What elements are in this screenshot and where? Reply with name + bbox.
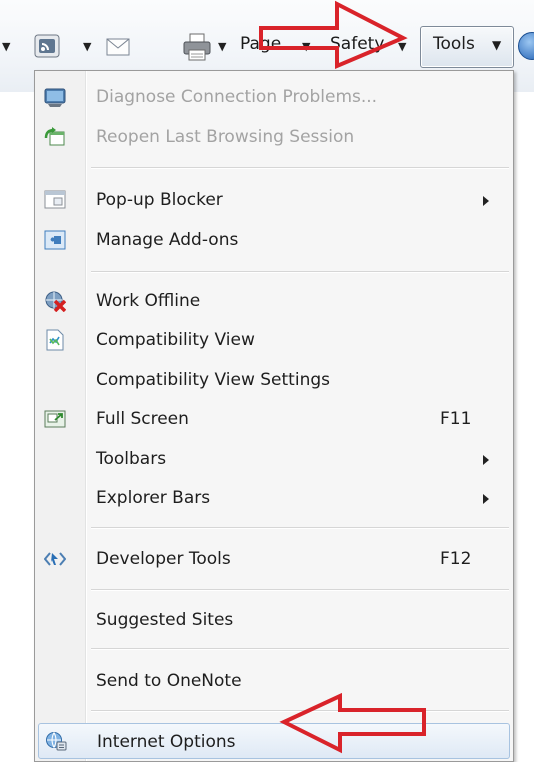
menu-item-popup-blocker[interactable]: Pop-up Blocker xyxy=(35,186,513,216)
menu-item-compatibility-view[interactable]: Compatibility View xyxy=(35,326,513,356)
feeds-chevron-down-icon[interactable]: ▼ xyxy=(83,40,91,53)
menu-item-reopen-last-session[interactable]: Reopen Last Browsing Session xyxy=(35,123,513,153)
tools-menu-button[interactable]: Tools ▼ xyxy=(420,26,514,68)
tools-button-label: Tools xyxy=(433,34,475,54)
menu-separator xyxy=(91,648,509,650)
menu-item-label: Diagnose Connection Problems... xyxy=(96,87,378,107)
shortcut-f12: F12 xyxy=(440,549,472,569)
menu-item-label: Developer Tools xyxy=(96,549,231,569)
menu-item-work-offline[interactable]: Work Offline xyxy=(35,287,513,317)
menu-separator xyxy=(91,527,509,529)
compatibility-view-icon xyxy=(46,329,64,351)
manage-addons-icon xyxy=(44,230,66,250)
menu-item-compatibility-view-settings[interactable]: Compatibility View Settings xyxy=(35,366,513,396)
menu-item-label: Pop-up Blocker xyxy=(96,190,223,210)
submenu-arrow-icon xyxy=(483,196,489,206)
menu-item-label: Send to OneNote xyxy=(96,671,242,691)
menu-item-label: Internet Options xyxy=(97,732,236,752)
overflow-chevron-down-icon[interactable]: ▼ xyxy=(2,40,10,53)
internet-options-icon xyxy=(46,732,67,751)
menu-item-manage-addons[interactable]: Manage Add-ons xyxy=(35,226,513,256)
menu-item-label: Full Screen xyxy=(96,409,189,429)
submenu-arrow-icon xyxy=(483,455,489,465)
print-chevron-down-icon[interactable]: ▼ xyxy=(218,40,226,53)
print-icon[interactable] xyxy=(182,33,212,61)
annotation-arrow-left-icon xyxy=(279,692,426,754)
menu-item-label: Reopen Last Browsing Session xyxy=(96,127,355,147)
developer-tools-icon xyxy=(44,552,66,566)
menu-item-developer-tools[interactable]: Developer Tools F12 xyxy=(35,545,513,575)
tools-dropdown-menu: Diagnose Connection Problems... Reopen L… xyxy=(34,70,514,762)
diagnose-connection-icon xyxy=(44,88,66,107)
menu-item-toolbars[interactable]: Toolbars xyxy=(35,445,513,475)
read-mail-icon[interactable] xyxy=(106,37,130,57)
menu-item-send-to-onenote[interactable]: Send to OneNote xyxy=(35,667,513,697)
submenu-arrow-icon xyxy=(483,494,489,504)
tools-chevron-down-icon: ▼ xyxy=(492,38,502,52)
menu-item-label: Explorer Bars xyxy=(96,488,211,508)
help-icon[interactable] xyxy=(518,32,534,60)
menu-item-suggested-sites[interactable]: Suggested Sites xyxy=(35,606,513,636)
full-screen-icon xyxy=(44,410,66,428)
menu-item-label: Toolbars xyxy=(96,449,167,469)
menu-item-label: Manage Add-ons xyxy=(96,230,239,250)
menu-separator xyxy=(91,589,509,591)
menu-item-label: Compatibility View Settings xyxy=(96,370,330,390)
popup-blocker-icon xyxy=(44,190,66,209)
menu-item-label: Compatibility View xyxy=(96,330,255,350)
menu-separator xyxy=(91,167,509,169)
menu-item-explorer-bars[interactable]: Explorer Bars xyxy=(35,484,513,514)
menu-item-full-screen[interactable]: Full Screen F11 xyxy=(35,405,513,435)
menu-separator xyxy=(91,271,509,273)
feeds-icon[interactable] xyxy=(34,34,60,58)
reopen-session-icon xyxy=(44,127,65,146)
annotation-arrow-right-icon xyxy=(259,0,408,70)
menu-item-diagnose-connection[interactable]: Diagnose Connection Problems... xyxy=(35,83,513,113)
work-offline-icon xyxy=(45,291,66,312)
menu-item-label: Suggested Sites xyxy=(96,610,234,630)
shortcut-f11: F11 xyxy=(440,409,472,429)
menu-item-label: Work Offline xyxy=(96,291,201,311)
